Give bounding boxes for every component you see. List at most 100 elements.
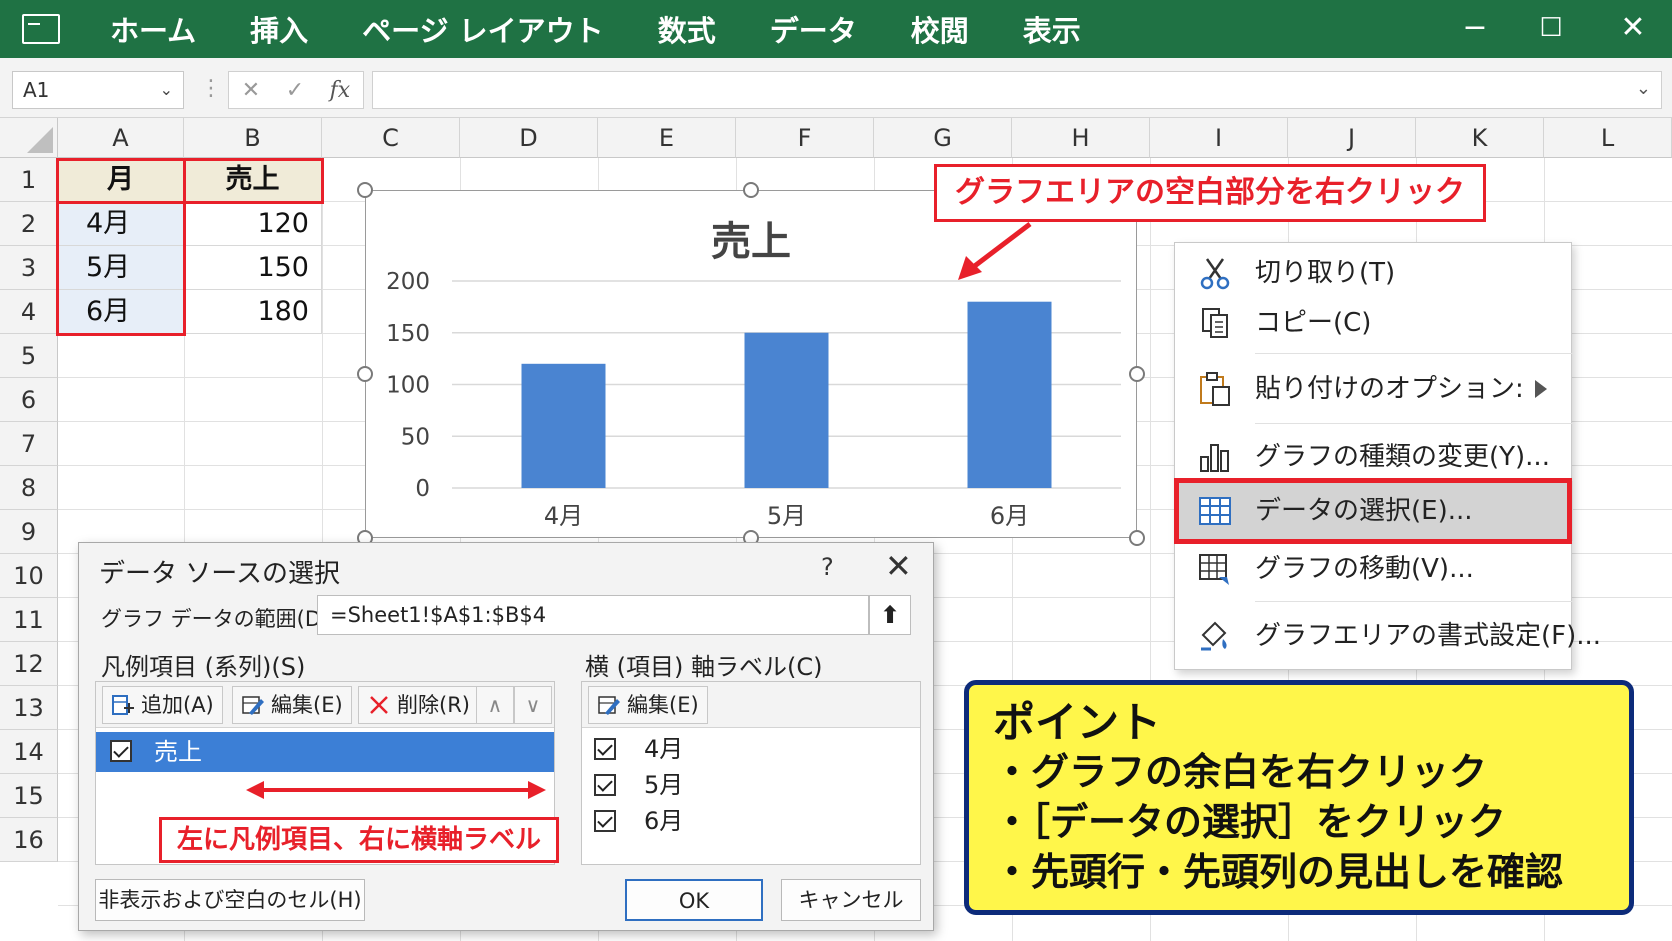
menu-item-cut[interactable]: 切り取り(T) xyxy=(1175,247,1573,299)
row-header[interactable]: 11 xyxy=(0,598,58,642)
add-series-button[interactable]: 追加(A) xyxy=(102,686,223,724)
tab-home[interactable]: ホーム xyxy=(110,8,196,50)
edit-axis-button[interactable]: 編集(E) xyxy=(588,686,708,724)
format-area-icon xyxy=(1201,621,1227,651)
edit-icon xyxy=(242,696,264,715)
column-header[interactable]: C xyxy=(322,118,460,158)
row-header[interactable]: 12 xyxy=(0,642,58,686)
hidden-empty-cells-button[interactable]: 非表示および空白のセル(H) xyxy=(95,879,365,921)
tab-data[interactable]: データ xyxy=(770,8,857,50)
delete-series-button[interactable]: 削除(R) xyxy=(358,686,479,724)
collapse-range-icon[interactable]: ⬆ xyxy=(869,595,911,635)
row-header[interactable]: 3 xyxy=(0,246,58,290)
expand-formula-icon[interactable]: ⌄ xyxy=(1636,78,1651,99)
resize-handle[interactable] xyxy=(1129,366,1145,382)
tab-view[interactable]: 表示 xyxy=(1023,8,1081,50)
menu-item-label: 切り取り(T) xyxy=(1255,258,1396,288)
row-header[interactable]: 8 xyxy=(0,466,58,510)
row-header[interactable]: 5 xyxy=(0,334,58,378)
menu-item-paste-options[interactable]: 貼り付けのオプション: xyxy=(1175,359,1573,419)
close-icon[interactable]: ✕ xyxy=(885,547,912,585)
resize-handle[interactable] xyxy=(1129,530,1145,546)
chart-bar[interactable] xyxy=(967,301,1052,488)
series-checkbox[interactable] xyxy=(110,740,132,762)
column-header[interactable]: A xyxy=(58,118,184,158)
resize-handle[interactable] xyxy=(357,182,373,198)
menu-separator xyxy=(1255,353,1573,354)
row-header[interactable]: 7 xyxy=(0,422,58,466)
enter-icon[interactable]: ✓ xyxy=(286,78,304,103)
move-down-icon[interactable]: ∨ xyxy=(514,686,552,724)
axis-item[interactable]: 4月 xyxy=(582,732,922,766)
axis-item[interactable]: 6月 xyxy=(582,804,922,838)
resize-handle[interactable] xyxy=(357,366,373,382)
menu-item-label: コピー(C) xyxy=(1255,308,1372,338)
chart-range-input[interactable]: =Sheet1!$A$1:$B$4 xyxy=(317,595,869,635)
axis-item-checkbox[interactable] xyxy=(594,774,616,796)
row-header[interactable]: 4 xyxy=(0,290,58,334)
select-data-source-dialog: データ ソースの選択 ? ✕ グラフ データの範囲(D): =Sheet1!$A… xyxy=(78,542,934,931)
chevron-down-icon[interactable]: ⌄ xyxy=(160,72,173,108)
axis-item[interactable]: 5月 xyxy=(582,768,922,802)
row-header[interactable]: 9 xyxy=(0,510,58,554)
column-header[interactable]: F xyxy=(736,118,874,158)
row-header[interactable]: 14 xyxy=(0,730,58,774)
resize-handle[interactable] xyxy=(743,182,759,198)
insert-function-icon[interactable]: fx xyxy=(330,78,351,103)
menu-item-format-chart-area[interactable]: グラフエリアの書式設定(F)... xyxy=(1175,605,1601,667)
maximize-icon[interactable]: ☐ xyxy=(1528,6,1574,50)
cancel-icon[interactable]: ✕ xyxy=(242,78,260,103)
menu-item-label: グラフの移動(V)... xyxy=(1255,554,1474,584)
column-header[interactable]: H xyxy=(1012,118,1150,158)
formula-controls: ✕ ✓ fx xyxy=(228,71,364,109)
drag-handle-icon[interactable]: ⋮ xyxy=(200,76,222,101)
chart-bar[interactable] xyxy=(521,363,606,488)
axis-item-checkbox[interactable] xyxy=(594,738,616,760)
y-tick-label: 50 xyxy=(401,424,430,450)
column-header[interactable]: I xyxy=(1150,118,1288,158)
select-all-button[interactable] xyxy=(0,118,58,158)
menu-item-copy[interactable]: コピー(C) xyxy=(1175,297,1573,349)
column-header[interactable]: J xyxy=(1288,118,1416,158)
tab-review[interactable]: 校閲 xyxy=(911,8,969,50)
axis-item-label: 5月 xyxy=(644,771,684,799)
menu-separator xyxy=(1255,601,1573,602)
menu-item-move-chart[interactable]: グラフの移動(V)... xyxy=(1175,541,1573,601)
callout-arrow xyxy=(958,222,1032,280)
tab-insert[interactable]: 挿入 xyxy=(250,8,308,50)
column-header[interactable]: B xyxy=(184,118,322,158)
add-series-label: 追加(A) xyxy=(141,693,214,717)
help-icon[interactable]: ? xyxy=(821,553,834,581)
edit-axis-label: 編集(E) xyxy=(627,693,699,717)
tab-page-layout[interactable]: ページ レイアウト xyxy=(362,8,604,50)
row-header[interactable]: 2 xyxy=(0,202,58,246)
select-data-highlight xyxy=(1174,478,1572,544)
column-header[interactable]: L xyxy=(1544,118,1672,158)
move-up-icon[interactable]: ∧ xyxy=(476,686,514,724)
axis-item-checkbox[interactable] xyxy=(594,810,616,832)
row-header[interactable]: 1 xyxy=(0,158,58,202)
cell-B3[interactable]: 150 xyxy=(184,246,322,290)
row-header[interactable]: 10 xyxy=(0,554,58,598)
row-header[interactable]: 16 xyxy=(0,818,58,862)
formula-input[interactable]: ⌄ xyxy=(372,71,1662,109)
window-icon[interactable] xyxy=(22,14,60,44)
column-header[interactable]: D xyxy=(460,118,598,158)
column-header[interactable]: E xyxy=(598,118,736,158)
cell-B2[interactable]: 120 xyxy=(184,202,322,246)
chart-bar[interactable] xyxy=(744,332,829,488)
close-icon[interactable]: ✕ xyxy=(1610,6,1656,50)
row-header[interactable]: 13 xyxy=(0,686,58,730)
column-header[interactable]: K xyxy=(1416,118,1544,158)
row-header[interactable]: 15 xyxy=(0,774,58,818)
ok-button[interactable]: OK xyxy=(625,879,763,921)
cancel-button[interactable]: キャンセル xyxy=(781,879,921,921)
tab-formulas[interactable]: 数式 xyxy=(658,8,716,50)
edit-series-button[interactable]: 編集(E) xyxy=(232,686,352,724)
minimize-icon[interactable]: − xyxy=(1452,6,1498,50)
column-header[interactable]: G xyxy=(874,118,1012,158)
row-header[interactable]: 6 xyxy=(0,378,58,422)
name-box[interactable]: A1 ⌄ xyxy=(12,71,184,109)
cell-B4[interactable]: 180 xyxy=(184,290,322,334)
series-row[interactable]: 売上 xyxy=(96,732,554,772)
